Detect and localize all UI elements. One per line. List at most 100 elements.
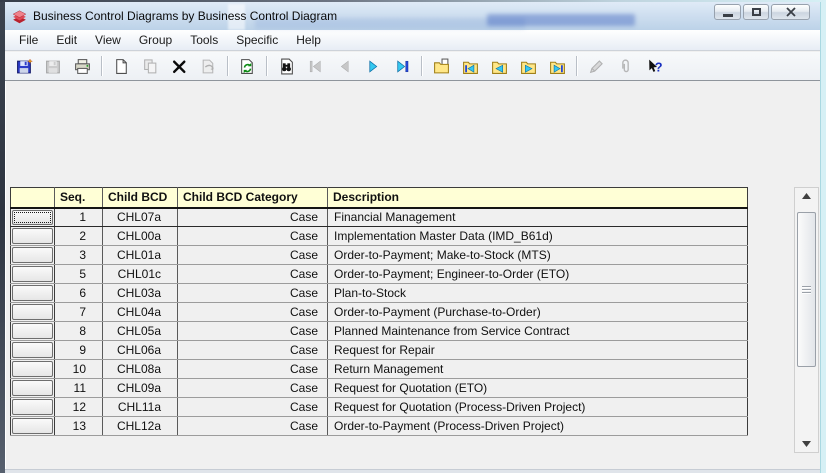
cell-seq[interactable]: 12 xyxy=(55,398,103,417)
row-selector-button[interactable] xyxy=(12,210,53,226)
context-help-button[interactable]: ? xyxy=(642,55,666,77)
cell-category[interactable]: Case xyxy=(178,379,328,398)
col-header-selector[interactable] xyxy=(11,188,55,208)
cell-seq[interactable]: 7 xyxy=(55,303,103,322)
cell-description[interactable]: Request for Repair xyxy=(328,341,748,360)
cell-child-bcd[interactable]: CHL09a xyxy=(103,379,178,398)
row-selector-button[interactable] xyxy=(12,342,53,358)
menu-file[interactable]: File xyxy=(10,31,47,50)
last-group-button[interactable] xyxy=(545,55,569,77)
menu-edit[interactable]: Edit xyxy=(47,31,86,50)
cell-seq[interactable]: 13 xyxy=(55,417,103,436)
close-icon xyxy=(786,7,796,17)
cell-description[interactable]: Order-to-Payment; Make-to-Stock (MTS) xyxy=(328,246,748,265)
text-editor-button xyxy=(584,55,608,77)
row-selector-button[interactable] xyxy=(12,285,53,301)
vertical-scrollbar[interactable] xyxy=(794,187,819,453)
duplicate-group-button[interactable] xyxy=(429,55,453,77)
next-group-button[interactable] xyxy=(516,55,540,77)
cell-seq[interactable]: 6 xyxy=(55,284,103,303)
cell-child-bcd[interactable]: CHL05a xyxy=(103,322,178,341)
delete-record-button[interactable] xyxy=(167,55,191,77)
new-record-button[interactable] xyxy=(109,55,133,77)
restore-button[interactable] xyxy=(743,4,769,20)
scrollbar-thumb[interactable] xyxy=(797,212,816,367)
cell-category[interactable]: Case xyxy=(178,360,328,379)
previous-group-button[interactable] xyxy=(487,55,511,77)
minimize-button[interactable] xyxy=(714,4,741,20)
cell-seq[interactable]: 2 xyxy=(55,227,103,246)
row-selector-button[interactable] xyxy=(12,266,53,282)
cell-child-bcd[interactable]: CHL04a xyxy=(103,303,178,322)
cell-child-bcd[interactable]: CHL01c xyxy=(103,265,178,284)
close-button[interactable] xyxy=(771,4,810,20)
col-header-child-bcd[interactable]: Child BCD xyxy=(103,188,178,208)
refresh-button[interactable] xyxy=(235,55,259,77)
cell-category[interactable]: Case xyxy=(178,227,328,246)
cell-child-bcd[interactable]: CHL01a xyxy=(103,246,178,265)
cell-seq[interactable]: 3 xyxy=(55,246,103,265)
cell-child-bcd[interactable]: CHL07a xyxy=(103,208,178,227)
cell-category[interactable]: Case xyxy=(178,208,328,227)
save-and-exit-button[interactable] xyxy=(12,55,36,77)
cell-category[interactable]: Case xyxy=(178,322,328,341)
title-bar[interactable]: Business Control Diagrams by Business Co… xyxy=(5,2,820,30)
floppy-gray-icon xyxy=(45,58,62,75)
last-record-button[interactable] xyxy=(390,55,414,77)
cell-category[interactable]: Case xyxy=(178,284,328,303)
row-selector-button[interactable] xyxy=(12,361,53,377)
cell-seq[interactable]: 5 xyxy=(55,265,103,284)
row-selector-button[interactable] xyxy=(12,380,53,396)
cell-category[interactable]: Case xyxy=(178,303,328,322)
cell-seq[interactable]: 11 xyxy=(55,379,103,398)
menu-help[interactable]: Help xyxy=(287,31,330,50)
cell-category[interactable]: Case xyxy=(178,265,328,284)
first-group-button[interactable] xyxy=(458,55,482,77)
cell-description[interactable]: Implementation Master Data (IMD_B61d) xyxy=(328,227,748,246)
col-header-child-bcd-category[interactable]: Child BCD Category xyxy=(178,188,328,208)
cell-category[interactable]: Case xyxy=(178,417,328,436)
cell-child-bcd[interactable]: CHL00a xyxy=(103,227,178,246)
cell-seq[interactable]: 8 xyxy=(55,322,103,341)
cell-child-bcd[interactable]: CHL03a xyxy=(103,284,178,303)
next-record-button[interactable] xyxy=(361,55,385,77)
cell-category[interactable]: Case xyxy=(178,246,328,265)
menu-view[interactable]: View xyxy=(86,31,130,50)
cell-child-bcd[interactable]: CHL12a xyxy=(103,417,178,436)
menu-group[interactable]: Group xyxy=(130,31,181,50)
table-row: 7CHL04aCaseOrder-to-Payment (Purchase-to… xyxy=(11,303,748,322)
cell-description[interactable]: Request for Quotation (Process-Driven Pr… xyxy=(328,398,748,417)
menu-specific[interactable]: Specific xyxy=(227,31,287,50)
row-selector-button[interactable] xyxy=(12,418,53,434)
menu-tools[interactable]: Tools xyxy=(181,31,227,50)
row-selector-button[interactable] xyxy=(12,323,53,339)
row-selector-button[interactable] xyxy=(12,247,53,263)
cell-child-bcd[interactable]: CHL11a xyxy=(103,398,178,417)
triangle-down-icon xyxy=(802,441,811,447)
cell-category[interactable]: Case xyxy=(178,398,328,417)
scroll-down-button[interactable] xyxy=(795,436,818,452)
cell-child-bcd[interactable]: CHL08a xyxy=(103,360,178,379)
print-button[interactable] xyxy=(70,55,94,77)
cell-description[interactable]: Plan-to-Stock xyxy=(328,284,748,303)
col-header-seq[interactable]: Seq. xyxy=(55,188,103,208)
cell-description[interactable]: Financial Management xyxy=(328,208,748,227)
row-selector-cell xyxy=(11,265,55,284)
find-button[interactable] xyxy=(274,55,298,77)
cell-category[interactable]: Case xyxy=(178,341,328,360)
cell-description[interactable]: Planned Maintenance from Service Contrac… xyxy=(328,322,748,341)
row-selector-button[interactable] xyxy=(12,228,53,244)
cell-description[interactable]: Order-to-Payment (Process-Driven Project… xyxy=(328,417,748,436)
cell-description[interactable]: Order-to-Payment; Engineer-to-Order (ETO… xyxy=(328,265,748,284)
cell-seq[interactable]: 10 xyxy=(55,360,103,379)
cell-description[interactable]: Request for Quotation (ETO) xyxy=(328,379,748,398)
scroll-up-button[interactable] xyxy=(795,188,818,204)
col-header-description[interactable]: Description xyxy=(328,188,748,208)
cell-child-bcd[interactable]: CHL06a xyxy=(103,341,178,360)
cell-description[interactable]: Return Management xyxy=(328,360,748,379)
cell-description[interactable]: Order-to-Payment (Purchase-to-Order) xyxy=(328,303,748,322)
cell-seq[interactable]: 1 xyxy=(55,208,103,227)
row-selector-button[interactable] xyxy=(12,304,53,320)
cell-seq[interactable]: 9 xyxy=(55,341,103,360)
row-selector-button[interactable] xyxy=(12,399,53,415)
